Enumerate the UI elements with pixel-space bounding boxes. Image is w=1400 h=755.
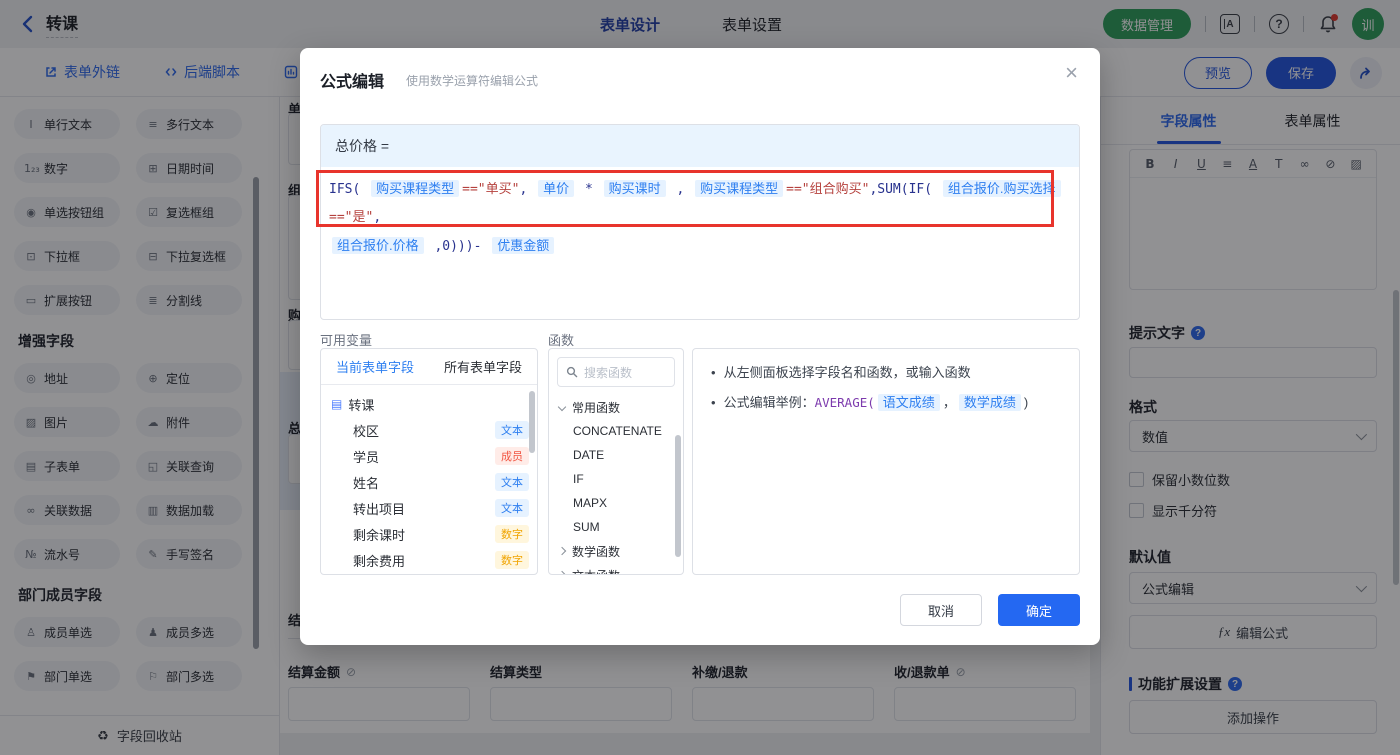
formula-tips-panel: • 从左侧面板选择字段名和函数，或输入函数 • 公式编辑举例：AVERAGE(语… [692,348,1080,575]
formula-op: =="单买" [462,182,520,197]
function-item[interactable]: CONCATENATE [549,419,683,443]
formula-code: , [519,182,536,197]
variable-field-item[interactable]: 校区 文本 [331,417,529,443]
field-type-badge: 成员 [495,447,529,465]
bullet: • [711,365,716,380]
variable-field-item[interactable]: 学员 成员 [331,443,529,469]
formula-field-token[interactable]: 组合报价.价格 [332,237,424,254]
formula-op: =="是" [329,210,374,225]
cancel-button[interactable]: 取消 [900,594,982,626]
functions-panel: 搜索函数 常用函数 CONCATENATEDATEIFMAPXSUM 数学函数文本函… [548,348,684,575]
formula-field-token[interactable]: 购买课程类型 [695,180,784,197]
function-group-collapsed[interactable]: 文本函数 [549,563,683,575]
function-group-expanded[interactable]: 常用函数 [549,395,683,419]
example-field-token: 语文成绩 [877,394,940,411]
formula-op: =="组合购买" [786,182,870,197]
variable-field-item[interactable]: 剩余费用 数字 [331,547,529,573]
formula-editor: 总价格 = IFS( 购买课程类型 =="单买", 单价 * 购买课时 , 购买课… [320,124,1080,320]
field-type-badge: 文本 [495,473,529,491]
modal-subtitle: 使用数学运算符编辑公式 [406,74,539,88]
functions-list: 常用函数 CONCATENATEDATEIFMAPXSUM 数学函数文本函数 [549,395,683,575]
function-item[interactable]: IF [549,467,683,491]
tip-line-1: • 从左侧面板选择字段名和函数，或输入函数 [711,363,1061,383]
variable-field-item[interactable]: 姓名 文本 [331,469,529,495]
formula-code: , [668,182,693,197]
tab-current-form-fields[interactable]: 当前表单字段 [321,357,429,376]
field-type-badge: 数字 [495,525,529,543]
formula-field-token[interactable]: 优惠金额 [492,237,555,254]
functions-label: 函数 [548,333,575,348]
function-group-name: 数学函数 [572,544,621,559]
functions-scrollbar[interactable] [675,435,681,557]
variable-field-item[interactable]: 转出项目 文本 [331,495,529,521]
chevron-right-icon [557,546,567,556]
tip-line-2: • 公式编辑举例：AVERAGE(语文成绩，数学成绩) [711,393,1061,413]
tab-all-form-fields[interactable]: 所有表单字段 [429,357,537,376]
variable-name: 转出项目 [353,501,406,517]
formula-field-token[interactable]: 组合报价.购买选择 [942,180,1061,197]
function-item[interactable]: MAPX [549,491,683,515]
formula-code: ,SUM(IF( [869,182,940,197]
modal-title: 公式编辑 [320,74,385,91]
tip-function-name: AVERAGE( [814,395,875,410]
variables-form-node[interactable]: ▤ 转课 [331,391,529,417]
variable-name: 剩余课时 [353,527,406,543]
formula-code: * [577,182,601,197]
formula-example: 公式编辑举例：AVERAGE(语文成绩，数学成绩) [723,393,1029,413]
function-group-name: 文本函数 [572,567,620,575]
tip-suffix: ) [1023,395,1029,410]
chevron-right-icon [557,570,567,574]
formula-code: IFS( [329,182,369,197]
app-root: 转课 表单设计 表单设置 数据管理 A ? 训 表单外链 后端脚本 预览 保存 … [0,0,1400,755]
variables-scrollbar[interactable] [529,391,535,453]
variable-field-item[interactable]: 剩余课时 数字 [331,521,529,547]
variables-tabs: 当前表单字段 所有表单字段 [321,349,537,385]
tip-prefix: 公式编辑举例： [723,395,815,410]
form-doc-icon: ▤ [331,397,343,411]
formula-code: ,0)))- [426,239,490,254]
close-icon[interactable]: × [1065,62,1078,84]
variables-label: 可用变量 [320,333,373,348]
tip-separator: ， [942,395,956,410]
formula-field-token[interactable]: 购买课程类型 [371,180,460,197]
formula-input[interactable]: IFS( 购买课程类型 =="单买", 单价 * 购买课时 , 购买课程类型 =="… [321,167,1079,269]
confirm-button[interactable]: 确定 [998,594,1080,626]
variables-panel: 当前表单字段 所有表单字段 ▤ 转课 校区 文本 学员 成员 姓名 文本 转出项目 文本 剩余课时数… [320,348,538,575]
function-group-name: 常用函数 [572,400,621,415]
formula-result-label: 总价格 = [321,125,1079,167]
variables-list: ▤ 转课 校区 文本 学员 成员 姓名 文本 转出项目 文本 剩余课时 数字 剩余费用 数字 [321,385,537,573]
formula-edit-modal: 公式编辑 使用数学运算符编辑公式 × 总价格 = IFS( 购买课程类型 =="单… [300,48,1100,645]
field-type-badge: 数字 [495,551,529,569]
search-icon [566,366,578,378]
function-search-input[interactable]: 搜索函数 [557,357,675,387]
formula-field-token[interactable]: 单价 [538,180,575,197]
variable-name: 剩余费用 [353,553,406,569]
bullet: • [711,395,716,410]
form-name: 转课 [348,397,375,413]
search-placeholder: 搜索函数 [584,365,633,380]
formula-code: , [373,210,382,225]
field-type-badge: 文本 [495,499,529,517]
function-group-collapsed[interactable]: 数学函数 [549,539,683,563]
function-item[interactable]: DATE [549,443,683,467]
variable-name: 校区 [353,423,380,439]
variable-name: 姓名 [353,475,380,491]
example-field-token: 数学成绩 [958,394,1021,411]
variable-name: 学员 [353,449,380,465]
formula-field-token[interactable]: 购买课时 [603,180,666,197]
chevron-down-icon [557,402,567,412]
function-item[interactable]: SUM [549,515,683,539]
field-type-badge: 文本 [495,421,529,439]
